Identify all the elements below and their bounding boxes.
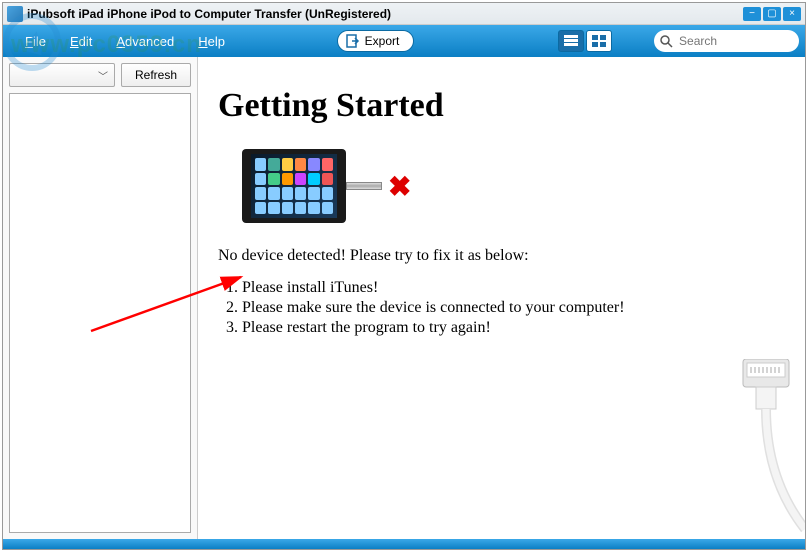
export-label: Export: [365, 34, 400, 48]
list-icon: [564, 35, 578, 47]
status-bar: [3, 539, 805, 549]
dock-cable-illustration: [685, 359, 805, 539]
step-item: Please install iTunes!: [242, 279, 785, 297]
device-tree[interactable]: [9, 93, 191, 533]
search-icon: [660, 35, 673, 48]
menu-file[interactable]: File: [17, 30, 54, 53]
instructions: No device detected! Please try to fix it…: [218, 247, 785, 337]
error-x-icon: ✖: [388, 170, 411, 203]
device-illustration: ✖: [242, 149, 785, 223]
no-device-message: No device detected! Please try to fix it…: [218, 247, 785, 265]
view-grid-button[interactable]: [586, 30, 612, 52]
sidebar: ﹀ Refresh: [3, 57, 198, 539]
menu-help[interactable]: Help: [190, 30, 233, 53]
view-mode-toggles: [558, 30, 612, 52]
grid-icon: [592, 35, 606, 47]
menu-file-label: ile: [33, 34, 46, 49]
app-icon: [7, 6, 23, 22]
connector-icon: [346, 182, 382, 190]
window-title: iPubsoft iPad iPhone iPod to Computer Tr…: [27, 7, 743, 21]
titlebar: iPubsoft iPad iPhone iPod to Computer Tr…: [3, 3, 805, 25]
ipad-icon: [242, 149, 346, 223]
menubar: File Edit Advanced Help Export: [3, 25, 805, 57]
page-title: Getting Started: [218, 87, 785, 125]
device-combo[interactable]: ﹀: [9, 63, 115, 87]
step-item: Please make sure the device is connected…: [242, 299, 785, 317]
export-icon: [346, 34, 360, 48]
content-area: ﹀ Refresh Getting Started ✖: [3, 57, 805, 539]
menu-advanced-label: dvanced: [125, 34, 174, 49]
menu-edit[interactable]: Edit: [62, 30, 100, 53]
minimize-button[interactable]: −: [743, 7, 761, 21]
system-buttons: − ▢ ×: [743, 7, 801, 21]
close-button[interactable]: ×: [783, 7, 801, 21]
chevron-down-icon: ﹀: [98, 68, 108, 83]
menu-edit-label: dit: [79, 34, 93, 49]
menu-advanced[interactable]: Advanced: [108, 30, 182, 53]
view-list-button[interactable]: [558, 30, 584, 52]
steps-list: Please install iTunes! Please make sure …: [242, 279, 785, 337]
menu-help-label: elp: [208, 34, 225, 49]
step-item: Please restart the program to try again!: [242, 319, 785, 337]
refresh-button[interactable]: Refresh: [121, 63, 191, 87]
search-input[interactable]: [679, 34, 806, 48]
export-button[interactable]: Export: [337, 30, 415, 52]
app-window: iPubsoft iPad iPhone iPod to Computer Tr…: [2, 2, 806, 550]
search-box: ×: [654, 30, 799, 52]
maximize-button[interactable]: ▢: [763, 7, 781, 21]
main-panel: Getting Started ✖ No device detected! Pl…: [198, 57, 805, 539]
